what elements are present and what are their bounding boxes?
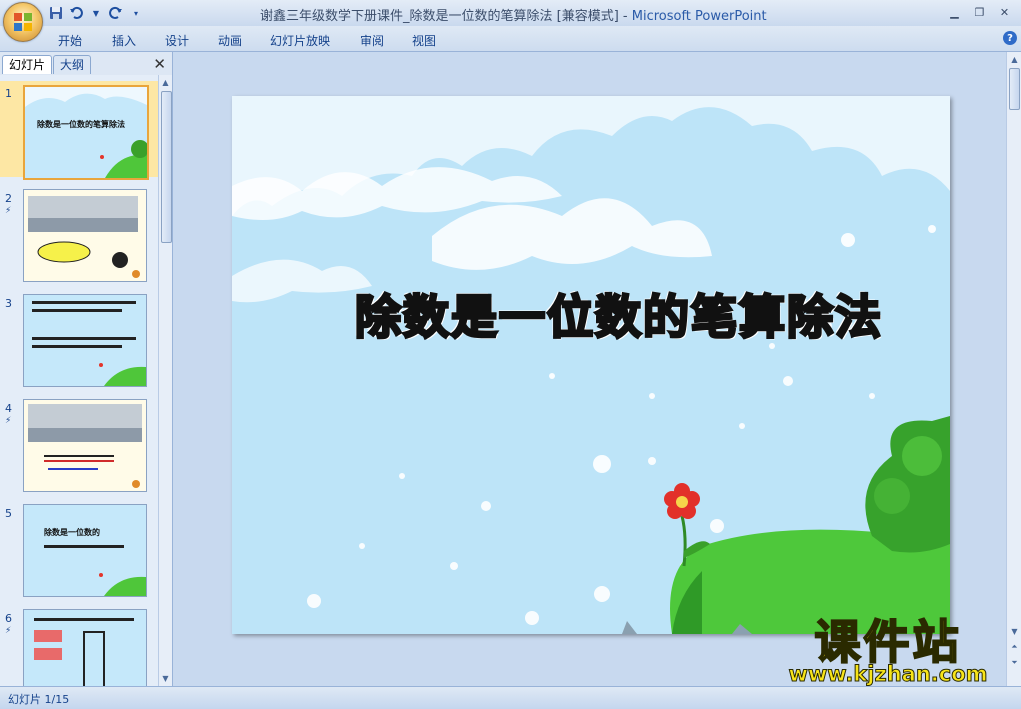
slide-5-preview xyxy=(24,505,146,596)
slide-number: 4 xyxy=(5,402,12,415)
office-logo-icon xyxy=(14,13,32,31)
watermark: 课件站 www.kjzhan.com xyxy=(768,606,1008,698)
tab-animations[interactable]: 动画 xyxy=(218,32,242,49)
slide-thumbnail-3[interactable] xyxy=(23,294,147,387)
slide-number: 2 xyxy=(5,192,12,205)
slide-6-preview xyxy=(24,610,146,686)
title-bar: ▼ ▾ 谢鑫三年级数学下册课件_除数是一位数的笔算除法 [兼容模式] - Mic… xyxy=(0,0,1021,26)
undo-dropdown-icon[interactable]: ▼ xyxy=(88,5,104,21)
window-title: 谢鑫三年级数学下册课件_除数是一位数的笔算除法 [兼容模式] - Microso… xyxy=(260,9,767,24)
help-icon[interactable]: ? xyxy=(1003,31,1017,45)
slide-1-title: 除数是一位数的笔算除法 xyxy=(37,120,125,129)
quick-access-toolbar: ▼ ▾ xyxy=(48,4,144,22)
tab-design[interactable]: 设计 xyxy=(165,32,189,49)
current-slide[interactable]: 除数是一位数的笔算除法 xyxy=(232,96,950,634)
scrollbar-thumb[interactable] xyxy=(161,91,172,243)
slide-counter: 幻灯片 1/15 xyxy=(8,693,70,706)
animation-icon: ⚡ xyxy=(5,206,12,216)
slide-background xyxy=(232,96,950,634)
slide-number: 3 xyxy=(5,297,12,310)
slide-thumbnails: 1 除数是一位数的笔算除法 2 ⚡ 3 4 ⚡ 5 除数是一位数的 6 ⚡ xyxy=(0,75,158,686)
window-controls: ▁ ❐ ✕ xyxy=(942,3,1017,21)
tab-slides[interactable]: 幻灯片 xyxy=(2,55,53,74)
customize-toolbar-icon[interactable]: ▾ xyxy=(128,5,144,21)
tab-slide-show[interactable]: 幻灯片放映 xyxy=(270,32,330,49)
save-icon[interactable] xyxy=(48,5,64,21)
slide-thumbnail-2[interactable] xyxy=(23,189,147,282)
scroll-down-icon[interactable]: ▼ xyxy=(158,671,173,685)
animation-icon: ⚡ xyxy=(5,626,12,636)
slide-5-title: 除数是一位数的 xyxy=(44,528,100,537)
slide-thumbnail-6[interactable] xyxy=(23,609,147,686)
minimize-icon[interactable]: ▁ xyxy=(942,3,967,21)
slide-thumbnail-1[interactable]: 除数是一位数的笔算除法 xyxy=(23,85,149,180)
tab-review[interactable]: 审阅 xyxy=(360,32,384,49)
tab-insert[interactable]: 插入 xyxy=(112,32,136,49)
thumbnails-scrollbar[interactable]: ▲ ▼ xyxy=(158,75,172,686)
tab-view[interactable]: 视图 xyxy=(412,32,436,49)
scroll-up-icon[interactable]: ▲ xyxy=(1007,52,1021,66)
close-icon[interactable]: ✕ xyxy=(992,3,1017,21)
scrollbar-thumb[interactable] xyxy=(1009,68,1020,110)
slide-number: 5 xyxy=(5,507,12,520)
slide-number: 6 xyxy=(5,612,12,625)
ribbon-tabs: 开始 插入 设计 动画 幻灯片放映 审阅 视图 ? xyxy=(0,26,1021,52)
slide-number: 1 xyxy=(5,87,12,100)
scroll-up-icon[interactable]: ▲ xyxy=(158,75,173,89)
slides-panel: 幻灯片 大纲 ✕ 1 除数是一位数的笔算除法 2 ⚡ 3 4 ⚡ 5 除数是一位… xyxy=(0,52,173,686)
scroll-down-icon[interactable]: ▼ xyxy=(1007,624,1021,638)
restore-icon[interactable]: ❐ xyxy=(967,3,992,21)
slide-3-preview xyxy=(24,295,146,386)
previous-slide-icon[interactable]: ⏶ xyxy=(1007,640,1021,654)
redo-icon[interactable] xyxy=(108,5,124,21)
tab-home[interactable]: 开始 xyxy=(58,32,82,49)
slide-2-preview xyxy=(24,190,146,281)
tab-outline[interactable]: 大纲 xyxy=(53,55,92,74)
next-slide-icon[interactable]: ⏷ xyxy=(1007,656,1021,670)
close-icon[interactable]: ✕ xyxy=(153,55,166,73)
slide-title[interactable]: 除数是一位数的笔算除法 xyxy=(314,281,924,347)
slide-scrollbar[interactable]: ▲ ▼ ⏶ ⏷ xyxy=(1006,52,1021,686)
panel-tabs: 幻灯片 大纲 ✕ xyxy=(0,52,172,74)
slide-4-preview xyxy=(24,400,146,491)
office-button[interactable] xyxy=(3,2,43,42)
slide-1-preview xyxy=(25,87,147,178)
watermark-url: www.kjzhan.com xyxy=(788,662,988,687)
undo-icon[interactable] xyxy=(68,5,84,21)
animation-icon: ⚡ xyxy=(5,416,12,426)
slide-thumbnail-4[interactable] xyxy=(23,399,147,492)
slide-thumbnail-5[interactable]: 除数是一位数的 xyxy=(23,504,147,597)
